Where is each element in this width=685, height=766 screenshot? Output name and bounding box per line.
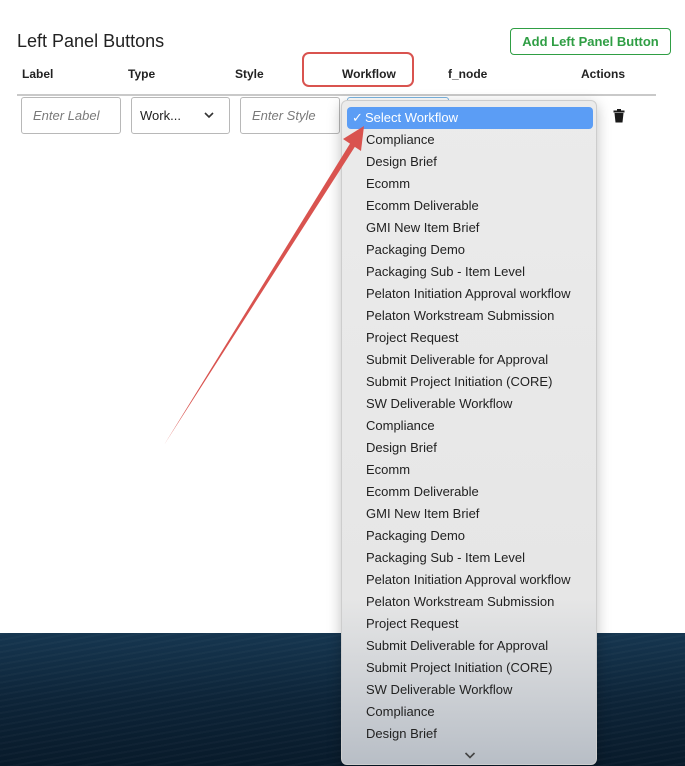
workflow-option[interactable]: Submit Deliverable for Approval [366,350,548,370]
workflow-dropdown-menu[interactable]: ✓ Select Workflow Compliance Design Brief… [341,100,597,765]
workflow-option[interactable]: Packaging Sub - Item Level [366,262,525,282]
column-header-type: Type [128,67,156,81]
workflow-option[interactable]: Submit Deliverable for Approval [366,636,548,656]
workflow-option[interactable]: Design Brief [366,724,437,744]
workflow-option[interactable]: Packaging Sub - Item Level [366,548,525,568]
workflow-option-selected[interactable]: ✓ Select Workflow [347,107,593,129]
workflow-option[interactable]: GMI New Item Brief [366,504,479,524]
add-left-panel-button[interactable]: Add Left Panel Button [510,28,671,55]
workflow-option[interactable]: GMI New Item Brief [366,218,479,238]
workflow-option[interactable]: SW Deliverable Workflow [366,680,512,700]
workflow-option[interactable]: Ecomm Deliverable [366,196,479,216]
workflow-option[interactable]: Compliance [366,130,435,150]
workflow-option[interactable]: Project Request [366,614,459,634]
type-select-value: Work... [140,108,181,123]
check-icon: ✓ [352,110,363,125]
workflow-option[interactable]: Submit Project Initiation (CORE) [366,658,552,678]
workflow-option[interactable]: Project Request [366,328,459,348]
page-title: Left Panel Buttons [17,31,165,51]
annotation-highlight-box [302,52,414,87]
column-header-label: Label [22,67,54,81]
workflow-option[interactable]: Ecomm Deliverable [366,482,479,502]
workflow-option[interactable]: Design Brief [366,438,437,458]
workflow-option[interactable]: Ecomm [366,460,410,480]
workflow-option[interactable]: Ecomm [366,174,410,194]
workflow-option[interactable]: Design Brief [366,152,437,172]
workflow-option[interactable]: Packaging Demo [366,526,465,546]
column-header-f-node: f_node [448,67,488,81]
workflow-option[interactable]: Pelaton Workstream Submission [366,306,554,326]
workflow-option[interactable]: Pelaton Workstream Submission [366,592,554,612]
chevron-down-icon [203,109,215,124]
column-header-actions: Actions [581,67,626,81]
chevron-down-icon[interactable] [464,747,476,764]
column-header-style: Style [235,67,264,81]
type-select[interactable]: Work... [131,97,230,134]
workflow-option[interactable]: Pelaton Initiation Approval workflow [366,284,571,304]
workflow-option[interactable]: Submit Project Initiation (CORE) [366,372,552,392]
header-divider [17,94,656,96]
workflow-option[interactable]: Pelaton Initiation Approval workflow [366,570,571,590]
label-input[interactable] [21,97,121,134]
workflow-option[interactable]: SW Deliverable Workflow [366,394,512,414]
workflow-option-label: Select Workflow [365,110,458,125]
style-input[interactable] [240,97,340,134]
workflow-option[interactable]: Compliance [366,702,435,722]
workflow-option[interactable]: Compliance [366,416,435,436]
trash-icon[interactable] [613,109,625,128]
workflow-option[interactable]: Packaging Demo [366,240,465,260]
